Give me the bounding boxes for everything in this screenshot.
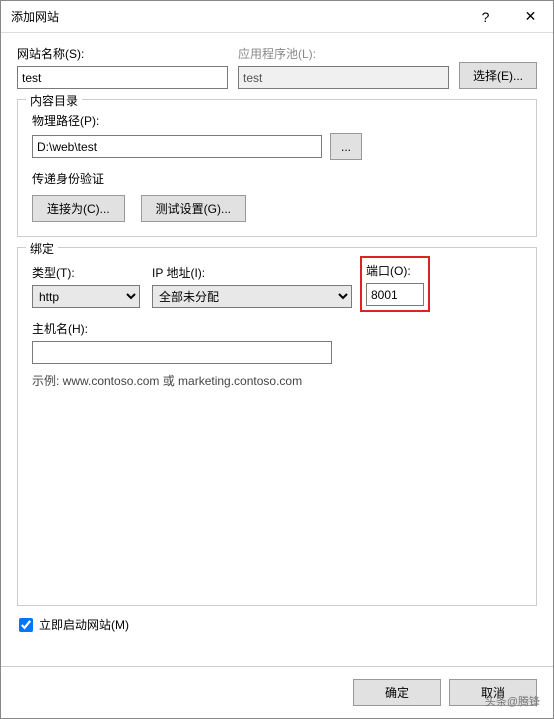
titlebar: 添加网站 ? ✕ — [1, 1, 553, 33]
physical-path-col: 物理路径(P): ... — [32, 112, 522, 166]
titlebar-buttons: ? ✕ — [463, 1, 553, 32]
autostart-label: 立即启动网站(M) — [39, 616, 129, 633]
dialog-body: 网站名称(S): 应用程序池(L): 选择(E)... 内容目录 物理路径(P)… — [1, 33, 553, 666]
binding-ip-col: IP 地址(I): 全部未分配 — [152, 264, 352, 308]
connect-as-button[interactable]: 连接为(C)... — [32, 195, 125, 222]
passthrough-auth-label: 传递身份验证 — [32, 170, 522, 187]
test-settings-button[interactable]: 测试设置(G)... — [141, 195, 246, 222]
binding-type-label: 类型(T): — [32, 264, 140, 281]
binding-host-label: 主机名(H): — [32, 320, 332, 337]
binding-title: 绑定 — [26, 240, 58, 257]
site-name-col: 网站名称(S): — [17, 45, 228, 89]
auth-buttons-row: 连接为(C)... 测试设置(G)... — [32, 195, 522, 222]
binding-port-input[interactable] — [366, 283, 424, 306]
cancel-button[interactable]: 取消 — [449, 679, 537, 706]
binding-example-text: 示例: www.contoso.com 或 marketing.contoso.… — [32, 372, 522, 389]
apppool-col: 应用程序池(L): — [238, 45, 449, 89]
binding-group: 绑定 类型(T): http IP 地址(I): 全部未分配 端口(O) — [17, 247, 537, 606]
help-icon: ? — [482, 9, 490, 25]
site-row: 网站名称(S): 应用程序池(L): 选择(E)... — [17, 45, 537, 89]
content-directory-title: 内容目录 — [26, 92, 82, 109]
autostart-checkbox[interactable] — [19, 618, 33, 632]
close-button[interactable]: ✕ — [508, 1, 553, 32]
binding-spacer — [32, 389, 522, 589]
binding-port-highlight: 端口(O): — [364, 260, 426, 308]
physical-path-row: ... — [32, 133, 522, 160]
binding-port-col: 端口(O): — [364, 260, 426, 308]
binding-host-input[interactable] — [32, 341, 332, 364]
physical-path-label: 物理路径(P): — [32, 112, 522, 129]
binding-row1: 类型(T): http IP 地址(I): 全部未分配 端口(O): — [32, 260, 522, 308]
browse-path-button[interactable]: ... — [330, 133, 362, 160]
window-title: 添加网站 — [11, 8, 59, 25]
binding-ip-select[interactable]: 全部未分配 — [152, 285, 352, 308]
content-directory-group: 内容目录 物理路径(P): ... 传递身份验证 连接为(C)... 测试设置(… — [17, 99, 537, 237]
binding-port-label: 端口(O): — [366, 262, 424, 279]
binding-ip-label: IP 地址(I): — [152, 264, 352, 281]
close-icon: ✕ — [525, 8, 537, 25]
site-name-label: 网站名称(S): — [17, 45, 228, 62]
apppool-input — [238, 66, 449, 89]
select-pool-col: 选择(E)... — [459, 45, 537, 89]
ok-button[interactable]: 确定 — [353, 679, 441, 706]
binding-type-col: 类型(T): http — [32, 264, 140, 308]
dialog-add-website: 添加网站 ? ✕ 网站名称(S): 应用程序池(L): 选择(E)... 内容目… — [0, 0, 554, 719]
physical-path-input[interactable] — [32, 135, 322, 158]
autostart-row: 立即启动网站(M) — [17, 616, 537, 633]
help-button[interactable]: ? — [463, 1, 508, 32]
select-apppool-button[interactable]: 选择(E)... — [459, 62, 537, 89]
binding-type-select[interactable]: http — [32, 285, 140, 308]
binding-host-col: 主机名(H): — [32, 320, 332, 364]
apppool-label: 应用程序池(L): — [238, 45, 449, 62]
site-name-input[interactable] — [17, 66, 228, 89]
dialog-footer: 确定 取消 — [1, 666, 553, 718]
